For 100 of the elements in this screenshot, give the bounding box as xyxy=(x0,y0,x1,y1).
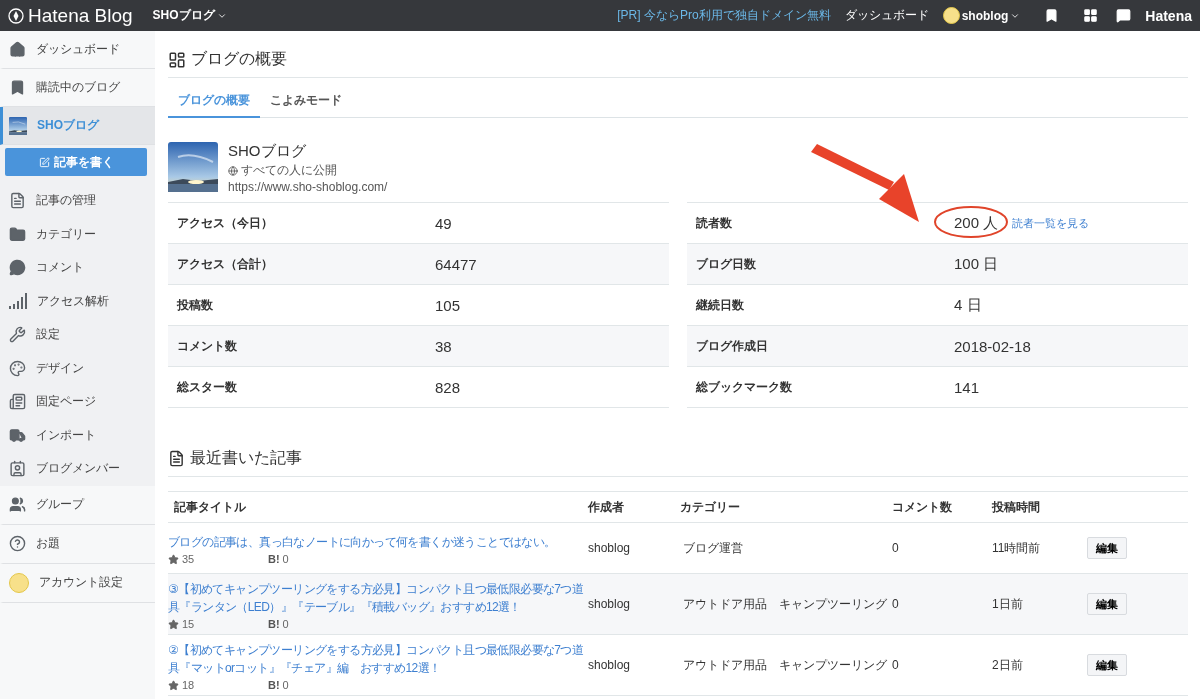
table-cell-text: shoblog xyxy=(588,541,632,555)
bookmark-count: B! 0 xyxy=(268,679,290,691)
blog-name: SHOブログ xyxy=(228,142,307,161)
logo[interactable]: Hatena Blog xyxy=(8,4,133,27)
stat-label: アクセス（今日） xyxy=(176,214,274,232)
sidebar-item[interactable]: ブログメンバー xyxy=(0,452,155,486)
tab[interactable]: こよみモード xyxy=(260,92,352,118)
stat-value: 49 xyxy=(435,214,452,232)
bookmark-icon xyxy=(9,79,26,96)
sidebar-item[interactable]: インポート xyxy=(0,418,155,452)
table-cell-text: 0 xyxy=(892,597,900,611)
table-cell-text: shoblog xyxy=(588,597,632,611)
speech-bubble-icon xyxy=(9,259,26,277)
speech-bubble-icon[interactable] xyxy=(1116,8,1132,23)
stat-value: 200 人 xyxy=(954,213,999,233)
column-header: コメント数 xyxy=(892,498,953,516)
bookmark-count: B! 0 xyxy=(268,618,290,630)
blog-menu[interactable]: SHOブログ xyxy=(152,7,227,24)
signal-bars-icon xyxy=(9,293,27,310)
promo-link[interactable]: [PR] 今ならPro利用で独自ドメイン無料 xyxy=(617,7,831,24)
star-count: 15 xyxy=(168,618,268,630)
star-count: 35 xyxy=(168,553,268,565)
wrench-icon xyxy=(9,326,26,344)
sidebar-item[interactable]: 固定ページ xyxy=(0,385,155,419)
sidebar-item[interactable]: カテゴリー xyxy=(0,217,155,251)
user-menu[interactable]: shoblog xyxy=(942,7,1021,24)
bookmark-icon[interactable] xyxy=(1044,8,1060,23)
table-cell-text: アウトドア用品 キャンプツーリング xyxy=(682,656,888,674)
avatar-icon xyxy=(9,572,29,593)
sidebar-item[interactable]: アクセス解析 xyxy=(0,284,155,318)
stat-label: ブログ作成日 xyxy=(695,337,769,355)
sidebar-item[interactable]: デザイン xyxy=(0,351,155,385)
column-header: カテゴリー xyxy=(680,498,741,516)
table-cell-text: 11時間前 xyxy=(992,539,1042,557)
pen-nib-icon xyxy=(8,7,24,24)
section-title: ブログの概要 xyxy=(191,49,287,69)
home-icon xyxy=(9,41,26,58)
sidebar-item[interactable]: コメント xyxy=(0,251,155,285)
star-icon xyxy=(168,553,179,565)
stat-label: コメント数 xyxy=(176,337,238,355)
edit-button[interactable]: 編集 xyxy=(1087,654,1127,676)
star-icon xyxy=(168,618,179,630)
grid-icon[interactable] xyxy=(1083,8,1099,23)
stat-label: 総ブックマーク数 xyxy=(695,378,793,396)
sidebar-item[interactable]: グループ xyxy=(0,485,155,525)
edit-button[interactable]: 編集 xyxy=(1087,593,1127,615)
stat-value: 2018-02-18 xyxy=(954,337,1031,355)
stat-value: 64477 xyxy=(435,255,477,273)
stat-label: 読者数 xyxy=(695,214,733,232)
globe-icon xyxy=(228,165,238,176)
truck-icon xyxy=(9,426,26,444)
sidebar-item[interactable]: ダッシュボード xyxy=(0,31,155,69)
star-icon xyxy=(168,679,179,691)
sidebar-item[interactable]: アカウント設定 xyxy=(0,563,155,603)
visibility-label: すべての人に公開 xyxy=(228,162,388,179)
hatena-logo[interactable]: Hatena xyxy=(1145,7,1192,24)
article-title-link[interactable]: ③【初めてキャンプツーリングをする方必見】コンパクト且つ最低限必要な7つ道具『ランタン（LED）』『テーブル』『積載バッグ』おすすめ12選！ xyxy=(168,580,588,616)
column-header: 記事タイトル xyxy=(173,498,247,516)
contact-card-icon xyxy=(9,460,26,478)
folder-icon xyxy=(9,225,26,243)
stat-label: 継続日数 xyxy=(695,296,745,314)
sidebar-item[interactable]: お題 xyxy=(0,524,155,564)
edit-button[interactable]: 編集 xyxy=(1087,537,1127,559)
stat-label: 投稿数 xyxy=(176,296,214,314)
stat-value: 38 xyxy=(435,337,452,355)
sidebar-item[interactable]: 設定 xyxy=(0,318,155,352)
table-cell-text: 0 xyxy=(892,541,900,555)
table-cell-text: 1日前 xyxy=(992,595,1024,613)
stat-value: 100 日 xyxy=(954,254,999,274)
star-count: 18 xyxy=(168,679,268,691)
bookmark-count: B! 0 xyxy=(268,553,290,565)
stat-label: 総スター数 xyxy=(176,378,238,396)
table-cell-text: shoblog xyxy=(588,658,632,672)
stat-label: アクセス（合計） xyxy=(176,255,274,273)
stat-value: 4 日 xyxy=(954,295,982,315)
stat-value: 828 xyxy=(435,378,461,396)
column-header: 作成者 xyxy=(588,498,625,516)
section-title: 最近書いた記事 xyxy=(190,448,302,468)
newspaper-icon xyxy=(9,393,26,411)
article-title-link[interactable]: ブログの記事は、真っ白なノートに向かって何を書くか迷うことではない。 xyxy=(168,533,588,551)
dashboard-link[interactable]: ダッシュボード xyxy=(844,7,929,24)
table-cell-text: 0 xyxy=(892,658,900,672)
stat-label: ブログ日数 xyxy=(695,255,757,273)
document-icon xyxy=(168,450,185,467)
column-header: 投稿時間 xyxy=(992,498,1041,516)
table-cell-text: アウトドア用品 キャンプツーリング xyxy=(682,595,888,613)
blog-url: https://www.sho-shoblog.com/ xyxy=(228,180,388,194)
edit-icon xyxy=(38,156,50,168)
question-icon xyxy=(9,535,26,552)
stat-value: 105 xyxy=(435,296,461,314)
avatar-icon xyxy=(942,7,960,24)
stat-value: 141 xyxy=(954,378,980,396)
document-icon xyxy=(9,192,26,210)
article-title-link[interactable]: ②【初めてキャンプツーリングをする方必見】コンパクト且つ最低限必要な7つ道具『マットorコット』『チェア』編 おすすめ12選！ xyxy=(168,641,588,677)
table-cell-text: ブログ運営 xyxy=(682,539,744,557)
palette-icon xyxy=(9,359,26,377)
dashboard-icon xyxy=(168,50,186,69)
readers-link[interactable]: 読者一覧を見る xyxy=(1012,215,1090,231)
sidebar-item[interactable]: 記事の管理 xyxy=(0,184,155,218)
people-icon xyxy=(9,496,26,513)
